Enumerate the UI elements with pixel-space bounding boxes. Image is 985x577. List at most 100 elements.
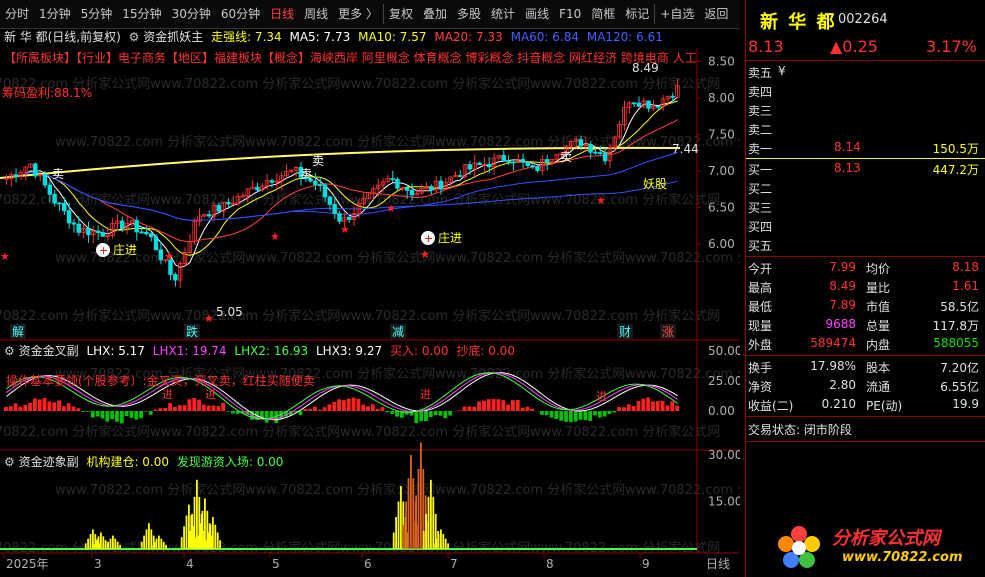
sub2-bar — [155, 538, 158, 549]
quote-row: 卖三 — [746, 100, 981, 119]
sub1-bar — [491, 399, 496, 411]
bid-label: 买五 — [748, 239, 773, 253]
watermark-text: www.70822.com 分析家公式网 — [340, 424, 530, 440]
sub1-bar — [90, 411, 95, 418]
candle-body — [467, 164, 473, 170]
stat-value: 58.5亿 — [940, 300, 979, 314]
sub2-bar — [112, 535, 114, 549]
sub2-bar — [400, 486, 402, 549]
quote-row: 买一 8.13 447.2万 — [746, 159, 981, 178]
settings-icon[interactable]: ⚙ — [4, 344, 15, 358]
sub1-bar — [385, 411, 390, 413]
sub1-bar — [593, 411, 597, 416]
toolbar-item-3[interactable]: 15分钟 — [117, 4, 166, 24]
strong-line — [0, 146, 681, 179]
toolbar-item-18[interactable]: 返回 — [699, 4, 733, 24]
price-axis-label: 6.00 — [708, 237, 735, 251]
sub1-axis-label: 50.00 — [708, 344, 740, 358]
fin-value: 19.9 — [952, 397, 979, 411]
toolbar-item-6[interactable]: 日线 — [265, 4, 299, 24]
sub2-bar — [89, 534, 92, 549]
watermark-text: www.70822.com 分析家公式网 — [340, 76, 530, 92]
watermark-text: www.70822.com 分析家公式网 — [530, 76, 720, 92]
sub2-bar — [165, 544, 167, 549]
sub1-bar — [303, 409, 308, 411]
x-axis-label: 5 — [272, 557, 280, 571]
settings-icon[interactable]: ⚙ — [4, 455, 15, 469]
candle-body — [206, 214, 212, 217]
sub2-bar — [196, 535, 199, 549]
toolbar-item-2[interactable]: 5分钟 — [76, 4, 118, 24]
sub2-bar — [119, 544, 121, 549]
sub2-bar — [412, 521, 415, 549]
toolbar-item-13[interactable]: 画线 — [520, 4, 554, 24]
toolbar-item-15[interactable]: 简框 — [586, 4, 620, 24]
sub2-bar — [405, 501, 407, 549]
kline-chart[interactable]: www.70822.com 分析家公式网www.70822.com 分析家公式网… — [0, 28, 740, 577]
sub2-bar — [214, 524, 217, 549]
sub1-bar — [134, 411, 139, 420]
x-axis-label: 4 — [186, 557, 194, 571]
toolbar-item-9[interactable]: 复权 — [383, 4, 418, 24]
sub1-bar — [506, 404, 510, 411]
toolbar-item-14[interactable]: F10 — [554, 4, 586, 24]
candle-body — [52, 193, 57, 204]
sub1-bar — [163, 408, 168, 411]
candle-body — [144, 231, 149, 235]
quote-stock-name: 新 华 都 — [760, 12, 837, 33]
toolbar-item-7[interactable]: 周线 — [299, 4, 333, 24]
candle-body — [337, 213, 342, 222]
sub1-name[interactable]: 资金金叉副 — [19, 344, 79, 358]
candle-body — [153, 236, 159, 251]
stat-label: 量比 — [866, 281, 891, 295]
stat-value: 588055 — [933, 336, 979, 350]
fin-label: 换手 — [748, 361, 773, 375]
sub2-bar — [440, 529, 442, 549]
sub1-enter-marker: 进 — [162, 388, 173, 401]
stat-label: 最低 — [748, 300, 773, 314]
sub1-bar — [443, 411, 448, 419]
sub1-bar — [375, 408, 380, 411]
candle-body — [429, 186, 434, 191]
toolbar-item-5[interactable]: 60分钟 — [216, 4, 265, 24]
toolbar-item-1[interactable]: 1分钟 — [34, 4, 76, 24]
sub1-bar — [226, 411, 230, 412]
sub2-bar — [199, 523, 201, 549]
candle-body — [346, 216, 352, 220]
toolbar-item-17[interactable]: +自选 — [654, 4, 699, 24]
sub1-bar — [631, 405, 636, 411]
stat-value: 117.8万 — [932, 319, 979, 333]
sub2-bar — [95, 540, 97, 549]
toolbar-item-8[interactable]: 更多 〉 — [333, 4, 383, 24]
watermark-text: www.70822.com 分析家公式网 — [435, 482, 625, 498]
toolbar-item-16[interactable]: 标记 — [620, 4, 654, 24]
sub2-bar — [116, 541, 119, 549]
watermark-text: www.70822.com 分析家公式网 — [150, 308, 340, 324]
ask-volume: 150.5万 — [932, 142, 979, 156]
sub2-name[interactable]: 资金迹象副 — [19, 455, 79, 469]
toolbar-item-4[interactable]: 30分钟 — [167, 4, 216, 24]
toolbar-item-10[interactable]: 叠加 — [418, 4, 452, 24]
quote-row: 买五 — [746, 235, 981, 254]
candle-body — [501, 154, 506, 162]
stat-label: 最高 — [748, 281, 773, 295]
candle-body — [33, 163, 38, 177]
sub1-bar — [539, 411, 544, 415]
sub2-axis-label: 15.00 — [708, 495, 740, 509]
watermark-text: www.70822.com 分析家公式网 — [530, 308, 720, 324]
sub1-bar — [597, 411, 602, 418]
toolbar-item-11[interactable]: 多股 — [452, 4, 486, 24]
sub1-bar — [346, 398, 351, 411]
sub1-bar — [337, 399, 341, 411]
x-axis-label: 2025年 — [6, 557, 49, 571]
x-axis-label: 9 — [642, 557, 650, 571]
watermark-text: www.70822.com 分析家公式网 — [625, 250, 740, 266]
toolbar-item-12[interactable]: 统计 — [486, 4, 520, 24]
sub1-bar — [602, 411, 607, 417]
sub1-bar — [549, 411, 554, 418]
watermark-text: www.70822.com 分析家公式网 — [340, 308, 530, 324]
sub1-bar — [530, 408, 535, 411]
toolbar-item-0[interactable]: 分时 — [0, 4, 34, 24]
star-signal-icon: ★ — [0, 250, 10, 263]
sub1-bar — [361, 404, 366, 411]
